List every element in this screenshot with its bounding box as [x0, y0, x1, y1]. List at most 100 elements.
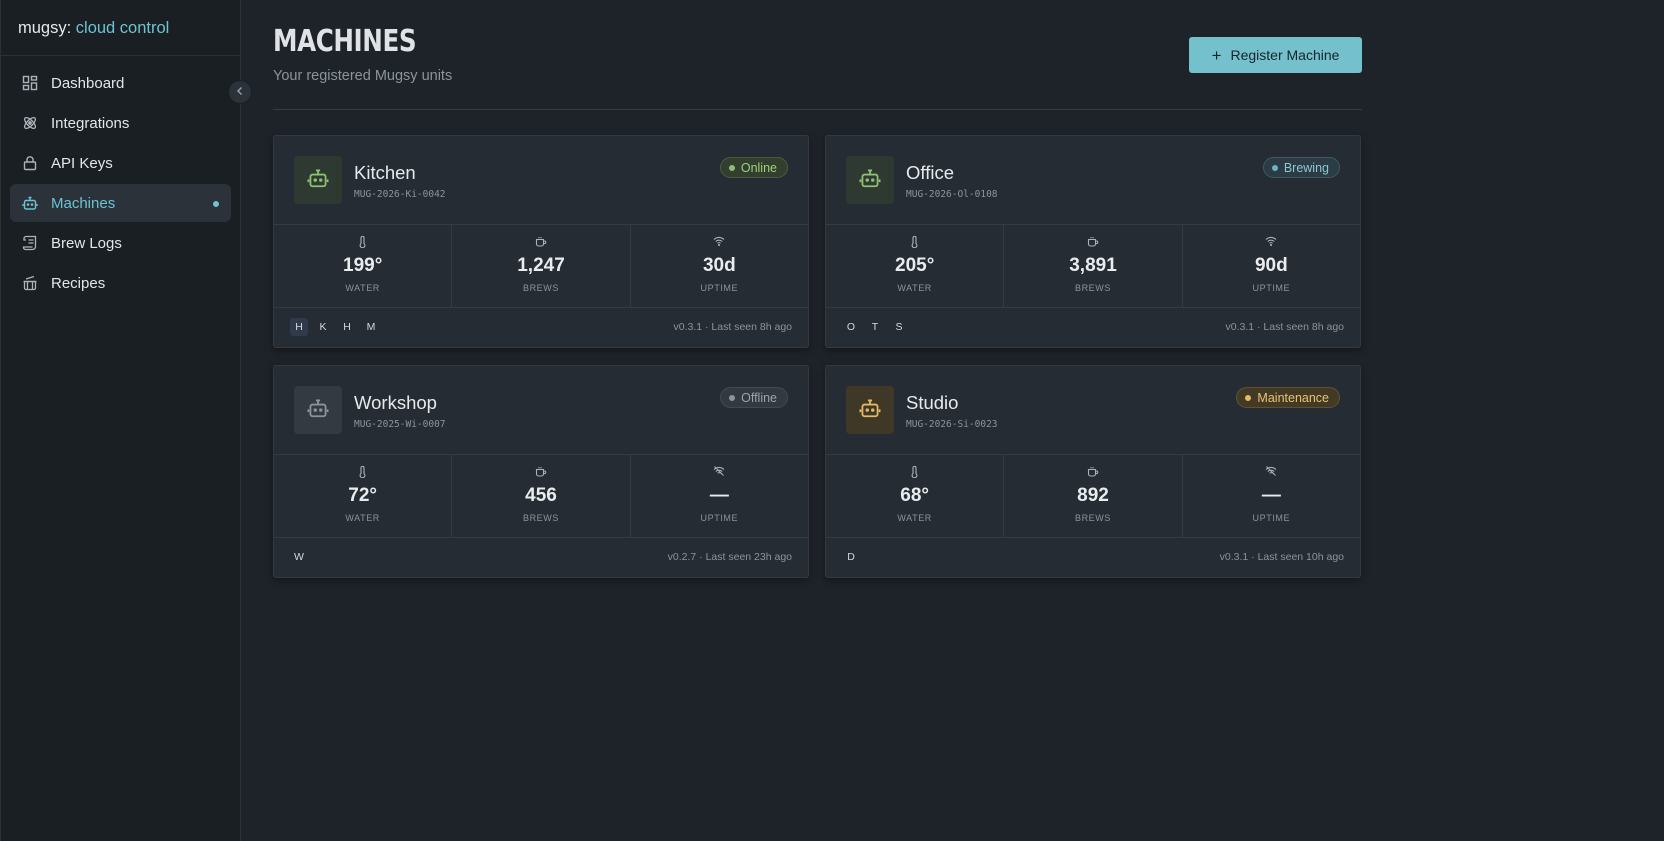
thermometer-icon — [826, 236, 1003, 248]
integrations-icon — [21, 114, 39, 132]
status-label: Brewing — [1283, 160, 1329, 175]
stat-label: BREWS — [1074, 283, 1111, 293]
thermometer-icon — [274, 466, 451, 478]
stat-value: 90d — [1254, 255, 1288, 276]
stat-water: 205° WATER — [826, 225, 1005, 307]
user-tag[interactable]: H — [290, 318, 308, 336]
machine-card-kitchen[interactable]: Kitchen MUG-2026-Ki-0042 Online 199° WAT… — [273, 135, 809, 348]
card-footer: D v0.3.1 · Last seen 10h ago — [826, 538, 1360, 578]
register-machine-button[interactable]: + Register Machine — [1189, 37, 1362, 73]
thermometer-icon — [274, 236, 451, 248]
sidebar-item-dashboard[interactable]: Dashboard — [10, 64, 231, 102]
card-header: Office MUG-2026-Ol-0108 Brewing — [826, 136, 1360, 225]
sidebar-item-brew-logs[interactable]: Brew Logs — [10, 224, 231, 262]
status-dot — [729, 394, 736, 401]
machine-name: Studio — [906, 392, 959, 413]
sidebar-item-recipes[interactable]: Recipes — [10, 264, 231, 302]
stat-label: UPTIME — [1252, 283, 1291, 293]
machine-stats: 68° WATER 892 BREWS — UPTIME — [826, 455, 1360, 538]
stat-value: 68° — [900, 485, 930, 506]
stat-value: 199° — [343, 255, 383, 276]
stat-value: 72° — [348, 485, 378, 506]
coffee-cup-icon — [1004, 236, 1181, 247]
machine-card-workshop[interactable]: Workshop MUG-2025-Wi-0007 Offline 72° WA… — [273, 365, 809, 578]
status-badge: Offline — [720, 387, 788, 408]
status-label: Offline — [741, 390, 777, 405]
machine-stats: 72° WATER 456 BREWS — UPTIME — [274, 455, 808, 538]
stat-label: UPTIME — [1252, 513, 1291, 523]
user-tag[interactable]: K — [314, 318, 332, 336]
status-dot — [1245, 394, 1252, 401]
stat-water: 68° WATER — [826, 455, 1005, 537]
machine-stats: 205° WATER 3,891 BREWS 90d UPTIME — [826, 225, 1360, 308]
brand-prefix: mugsy: — [18, 19, 72, 37]
sidebar-item-label: Machines — [51, 194, 116, 212]
stat-label: WATER — [345, 283, 380, 293]
stat-water: 72° WATER — [274, 455, 453, 537]
sidebar-nav: Dashboard Integrations API Keys Machines — [1, 56, 240, 302]
stat-value: 30d — [702, 255, 736, 276]
stat-water: 199° WATER — [274, 225, 453, 307]
user-tag[interactable]: D — [842, 548, 860, 566]
user-tag[interactable]: S — [890, 318, 908, 336]
user-tag[interactable]: M — [362, 318, 380, 336]
stat-value: — — [709, 485, 729, 506]
user-tag[interactable]: W — [290, 548, 308, 566]
card-footer: W v0.2.7 · Last seen 23h ago — [274, 538, 808, 578]
thermometer-icon — [826, 466, 1003, 478]
sidebar-item-label: Integrations — [51, 114, 130, 132]
machine-name: Workshop — [354, 392, 437, 413]
machine-name: Kitchen — [354, 162, 416, 183]
machine-card-office[interactable]: Office MUG-2026-Ol-0108 Brewing 205° WAT… — [825, 135, 1361, 348]
brand-logo[interactable]: mugsy: cloud control — [1, 0, 240, 56]
page-title: MACHINES — [273, 24, 417, 59]
machine-meta: v0.3.1 · Last seen 8h ago — [673, 321, 793, 333]
stat-uptime: — UPTIME — [1183, 455, 1360, 537]
lock-icon — [21, 154, 39, 172]
user-tag[interactable]: H — [338, 318, 356, 336]
machine-meta: v0.3.1 · Last seen 10h ago — [1219, 551, 1344, 563]
status-badge: Online — [719, 157, 788, 178]
stat-uptime: 30d UPTIME — [631, 225, 808, 307]
scroll-icon — [21, 234, 39, 252]
machine-card-studio[interactable]: Studio MUG-2026-Si-0023 Maintenance 68° … — [825, 365, 1361, 578]
robot-icon — [21, 194, 39, 212]
stat-brews: 3,891 BREWS — [1004, 225, 1183, 307]
status-badge: Brewing — [1262, 157, 1340, 178]
sidebar-item-integrations[interactable]: Integrations — [10, 104, 231, 142]
robot-icon — [859, 167, 881, 194]
status-dot — [1271, 164, 1278, 171]
stat-brews: 456 BREWS — [452, 455, 631, 537]
stat-label: WATER — [897, 283, 932, 293]
robot-icon — [859, 397, 881, 424]
dashboard-icon — [21, 74, 39, 92]
sidebar-collapse-button[interactable] — [228, 80, 252, 104]
wifi-icon — [1183, 236, 1360, 246]
card-header: Kitchen MUG-2026-Ki-0042 Online — [274, 136, 808, 225]
sidebar: mugsy: cloud control Dashboard Integrati… — [0, 0, 241, 841]
stat-value: 456 — [525, 485, 557, 506]
sidebar-item-machines[interactable]: Machines — [10, 184, 231, 222]
wifi-off-icon — [1183, 466, 1360, 476]
stat-brews: 892 BREWS — [1004, 455, 1183, 537]
user-tags: O T S — [842, 318, 914, 336]
user-tag[interactable]: O — [842, 318, 860, 336]
user-tags: H K H M — [290, 318, 386, 336]
status-badge: Maintenance — [1236, 387, 1340, 408]
coffee-cup-icon — [452, 466, 629, 477]
machine-serial: MUG-2026-Ol-0108 — [906, 189, 998, 200]
stat-label: UPTIME — [700, 283, 739, 293]
wifi-off-icon — [631, 466, 808, 476]
user-tag[interactable]: T — [866, 318, 884, 336]
sidebar-item-api-keys[interactable]: API Keys — [10, 144, 231, 182]
stat-uptime: — UPTIME — [631, 455, 808, 537]
status-label: Online — [740, 160, 777, 175]
stat-label: WATER — [345, 513, 380, 523]
plus-icon: + — [1211, 45, 1222, 65]
machine-meta: v0.3.1 · Last seen 8h ago — [1225, 321, 1345, 333]
sidebar-item-label: Recipes — [51, 274, 106, 292]
machine-avatar — [846, 386, 894, 434]
card-footer: O T S v0.3.1 · Last seen 8h ago — [826, 308, 1360, 348]
stat-value: 3,891 — [1069, 255, 1117, 276]
stat-value: 892 — [1077, 485, 1109, 506]
